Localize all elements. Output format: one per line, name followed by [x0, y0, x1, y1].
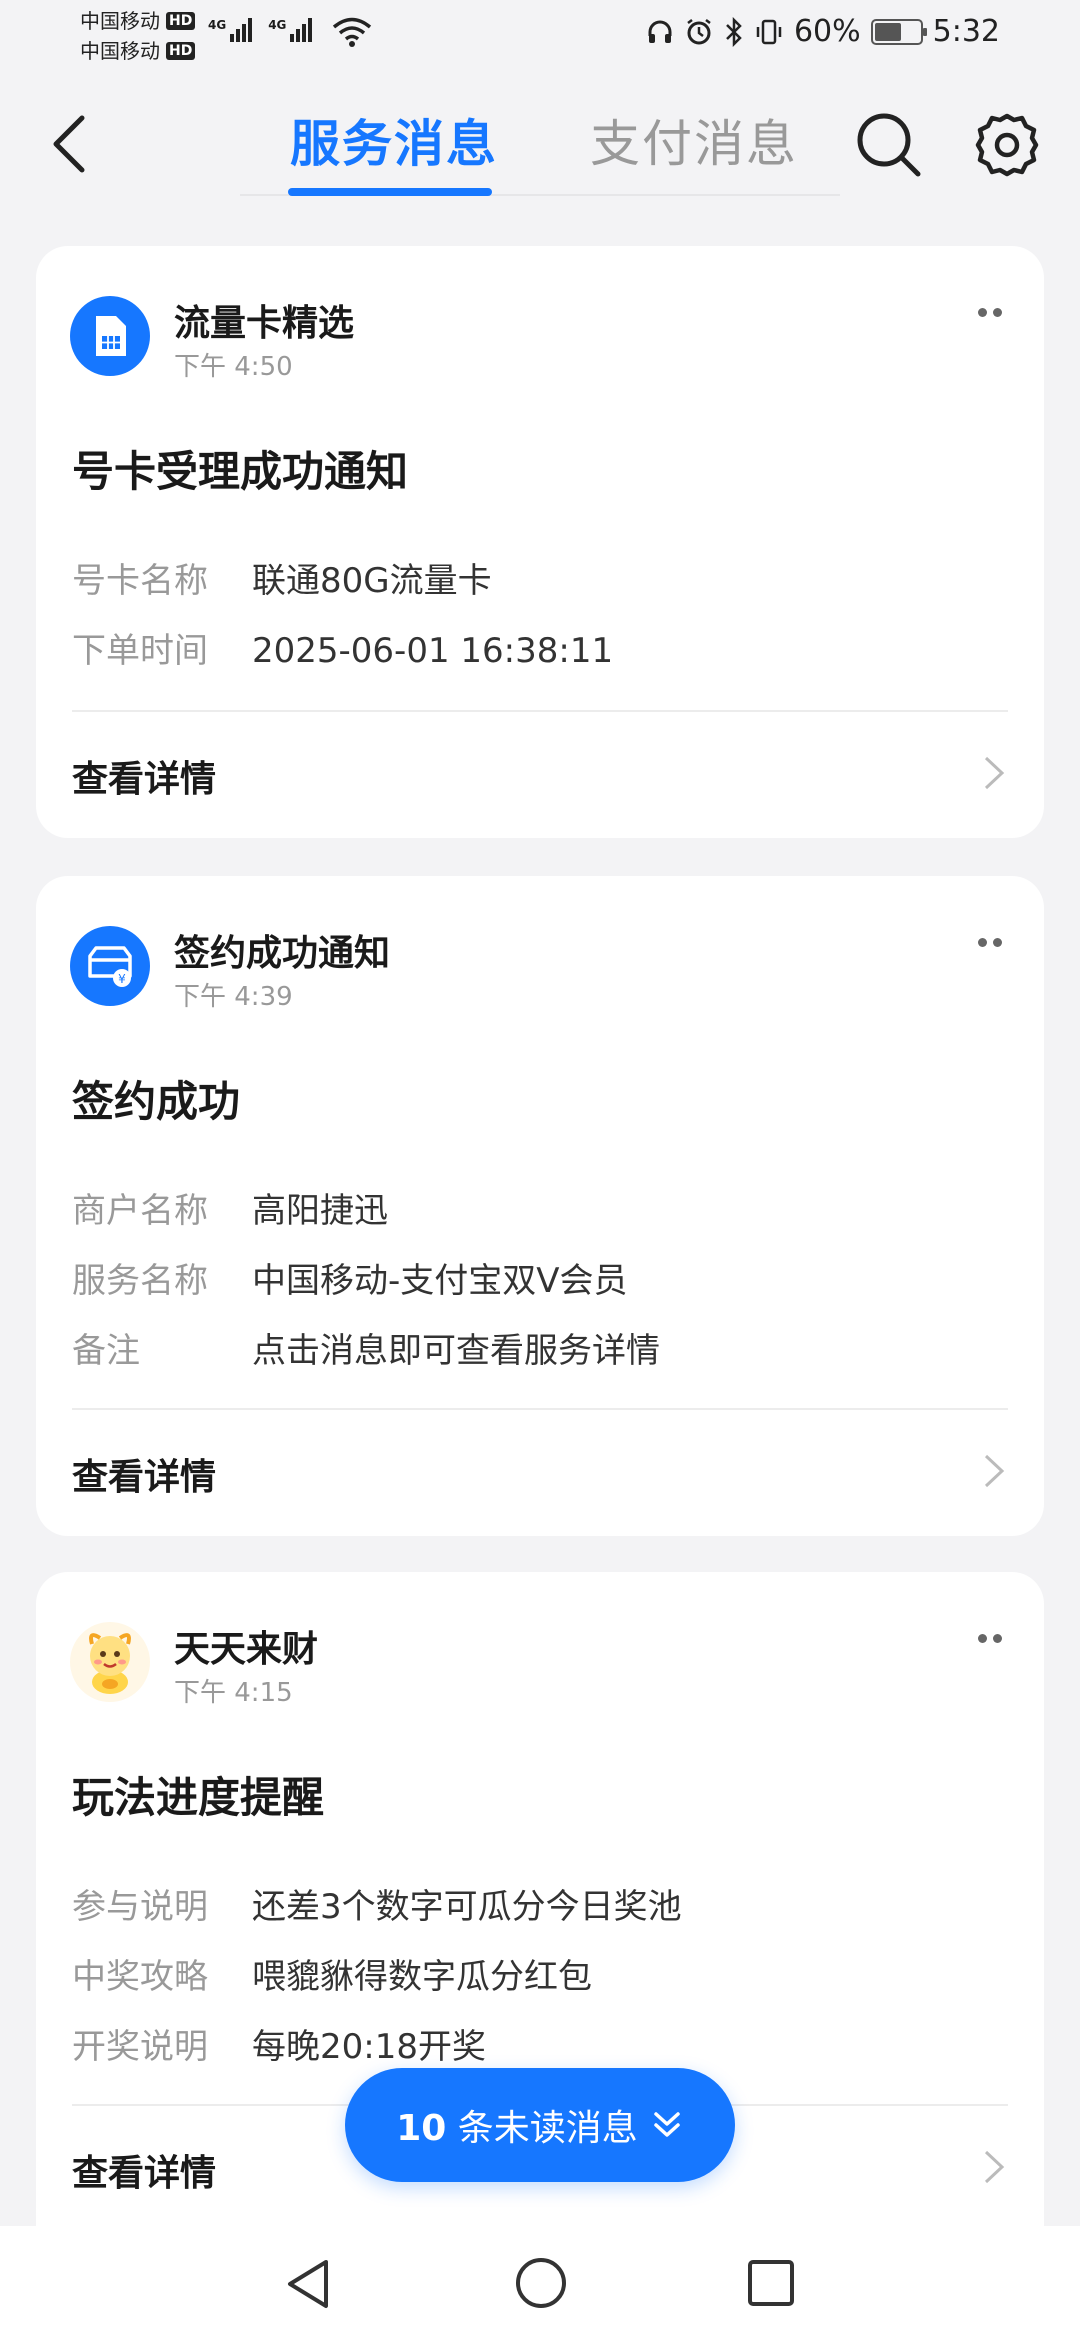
- view-details-label: 查看详情: [72, 759, 217, 800]
- alarm-icon: [687, 18, 711, 44]
- hd-badge: HD: [166, 42, 196, 60]
- signal-icon: 4G: [208, 18, 253, 42]
- signal-icon: 4G: [268, 18, 313, 42]
- message-card[interactable]: 天天来财 下午 4:15 玩法进度提醒 参与说明 还差3个数字可瓜分今日奖池 中奖…: [36, 1572, 1044, 2340]
- field-label: 下单时间: [72, 631, 208, 671]
- view-details-button[interactable]: 查看详情: [36, 712, 1044, 832]
- field-row: 商户名称 高阳捷迅: [72, 1176, 660, 1246]
- gear-icon[interactable]: [972, 110, 1042, 180]
- status-right: 60% 5:32: [646, 14, 1000, 49]
- search-icon[interactable]: [852, 108, 926, 182]
- field-value: 联通80G流量卡: [252, 561, 492, 601]
- bluetooth-icon: [726, 16, 742, 47]
- more-icon[interactable]: [978, 308, 1002, 317]
- battery-icon: [870, 18, 927, 45]
- carrier-info: 中国移动 HD 中国移动 HD: [80, 6, 196, 66]
- clock: 5:32: [932, 14, 1000, 49]
- more-icon[interactable]: [978, 1634, 1002, 1643]
- field-label: 服务名称: [72, 1261, 208, 1301]
- svg-text:¥: ¥: [118, 972, 126, 986]
- field-row: 参与说明 还差3个数字可瓜分今日奖池: [72, 1872, 682, 1942]
- message-title: 签约成功: [72, 1077, 241, 1126]
- message-title: 玩法进度提醒: [72, 1773, 325, 1822]
- unread-messages-button[interactable]: 10 条未读消息: [345, 2068, 735, 2182]
- message-source: 天天来财: [174, 1629, 319, 1670]
- vibrate-icon: [756, 19, 782, 44]
- message-time: 下午 4:50: [174, 352, 293, 382]
- back-arrow-icon[interactable]: [44, 112, 100, 176]
- unread-count: 10: [396, 2108, 447, 2149]
- header: 服务消息 支付消息: [0, 84, 1080, 204]
- tab-service-messages[interactable]: 服务消息: [290, 104, 498, 176]
- view-details-button[interactable]: 查看详情: [36, 1410, 1044, 1530]
- message-source: 流量卡精选: [174, 303, 355, 344]
- field-row: 中奖攻略 喂貔貅得数字瓜分红包: [72, 1942, 682, 2012]
- nav-home-icon[interactable]: [514, 2256, 568, 2310]
- field-row: 服务名称 中国移动-支付宝双V会员: [72, 1246, 660, 1316]
- field-row: 备注 点击消息即可查看服务详情: [72, 1316, 660, 1386]
- battery-percent: 60%: [793, 14, 861, 49]
- chevron-right-icon: [984, 2150, 1005, 2184]
- message-card[interactable]: ¥ 签约成功通知 下午 4:39 签约成功 商户名称 高阳捷迅 服务名称 中国移动-…: [36, 876, 1044, 1536]
- chevron-right-icon: [984, 1454, 1005, 1488]
- carrier-2: 中国移动: [80, 39, 160, 63]
- field-label: 参与说明: [72, 1887, 208, 1927]
- field-value: 喂貔貅得数字瓜分红包: [252, 1957, 592, 1997]
- field-value: 还差3个数字可瓜分今日奖池: [252, 1887, 682, 1927]
- field-label: 中奖攻略: [72, 1957, 208, 1997]
- field-label: 备注: [72, 1331, 140, 1371]
- system-nav-bar: [0, 2226, 1080, 2340]
- message-source: 签约成功通知: [174, 933, 391, 974]
- contract-icon: ¥: [70, 926, 150, 1006]
- field-label: 开奖说明: [72, 2027, 208, 2067]
- more-icon[interactable]: [978, 938, 1002, 947]
- chevron-right-icon: [984, 756, 1005, 790]
- field-label: 号卡名称: [72, 561, 208, 601]
- field-label: 商户名称: [72, 1191, 208, 1231]
- double-chevron-down-icon: [654, 2112, 680, 2137]
- field-value: 点击消息即可查看服务详情: [252, 1331, 660, 1371]
- nav-back-icon[interactable]: [282, 2256, 334, 2312]
- unread-label: 条未读消息: [457, 2108, 638, 2149]
- view-details-label: 查看详情: [72, 2153, 217, 2194]
- field-value: 2025-06-01 16:38:11: [252, 631, 614, 671]
- message-title: 号卡受理成功通知: [72, 447, 409, 496]
- tab-payment-messages[interactable]: 支付消息: [590, 104, 798, 176]
- headphones-icon: [648, 20, 672, 43]
- message-time: 下午 4:15: [174, 1678, 293, 1708]
- unread-text: 10 条未读消息: [396, 2099, 638, 2151]
- message-fields: 商户名称 高阳捷迅 服务名称 中国移动-支付宝双V会员 备注 点击消息即可查看服务详情: [72, 1176, 660, 1386]
- message-fields: 参与说明 还差3个数字可瓜分今日奖池 中奖攻略 喂貔貅得数字瓜分红包 开奖说明 每晚2…: [72, 1872, 682, 2082]
- view-details-label: 查看详情: [72, 1457, 217, 1498]
- status-bar: 中国移动 HD 中国移动 HD 4G 4G 60% 5:32: [0, 0, 1080, 74]
- field-value: 高阳捷迅: [252, 1191, 388, 1231]
- wifi-icon: [332, 17, 372, 47]
- field-row: 号卡名称 联通80G流量卡: [72, 546, 613, 616]
- nav-recent-apps-icon[interactable]: [746, 2258, 796, 2308]
- hd-badge: HD: [166, 12, 196, 30]
- carrier-1: 中国移动: [80, 9, 160, 33]
- message-card[interactable]: 流量卡精选 下午 4:50 号卡受理成功通知 号卡名称 联通80G流量卡 下单时间…: [36, 246, 1044, 838]
- field-row: 下单时间 2025-06-01 16:38:11: [72, 616, 613, 686]
- mascot-icon: [70, 1622, 150, 1702]
- sim-card-icon: [70, 296, 150, 376]
- message-fields: 号卡名称 联通80G流量卡 下单时间 2025-06-01 16:38:11: [72, 546, 613, 686]
- field-value: 中国移动-支付宝双V会员: [252, 1261, 628, 1301]
- message-time: 下午 4:39: [174, 982, 293, 1012]
- signal-icons: 4G 4G: [208, 18, 313, 42]
- active-tab-indicator: [288, 188, 492, 196]
